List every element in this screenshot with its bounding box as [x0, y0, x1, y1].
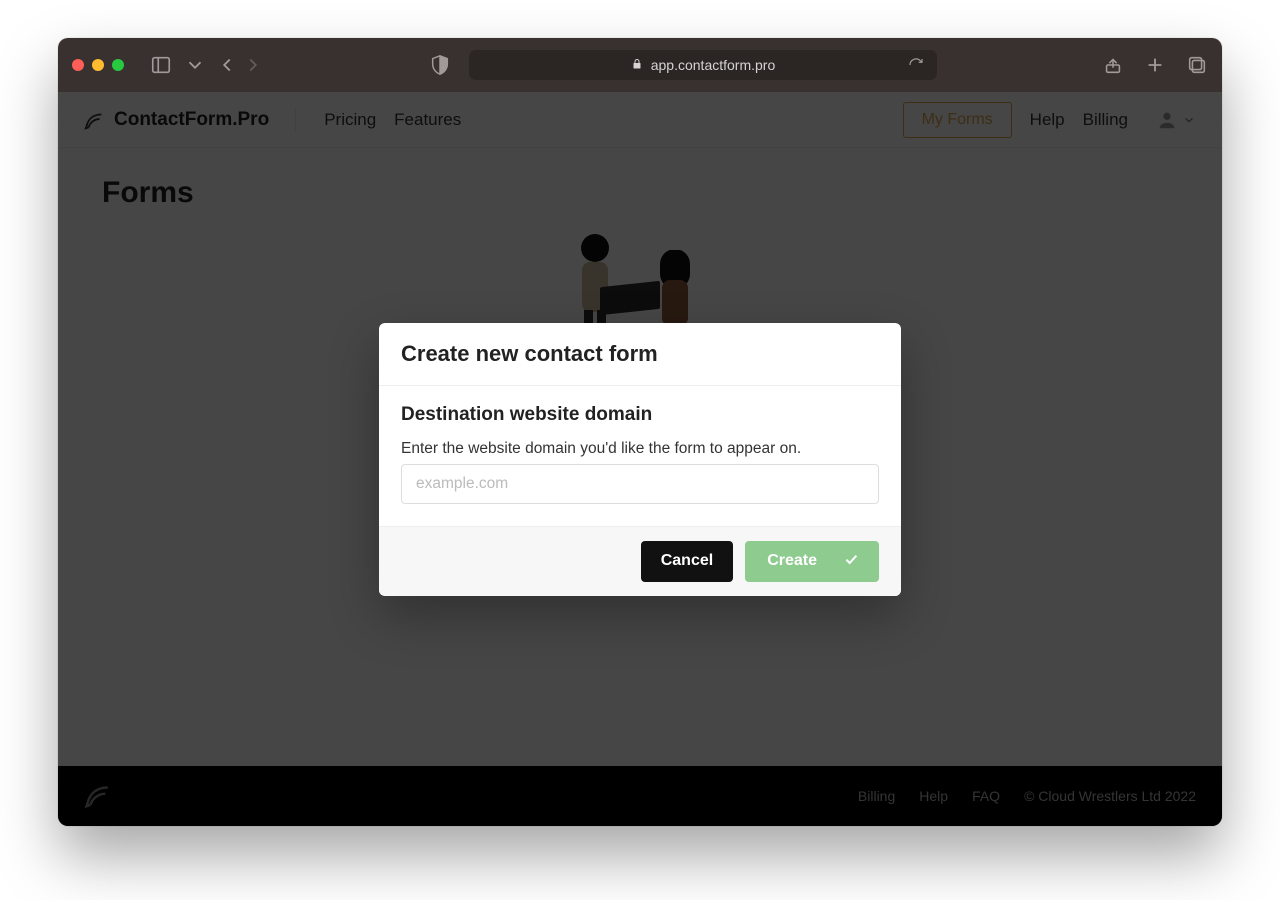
back-icon[interactable] [216, 54, 238, 76]
url-bar[interactable]: app.contactform.pro [469, 50, 937, 80]
modal-title: Create new contact form [379, 323, 901, 386]
browser-window: app.contactform.pro ContactForm.Pro Pric… [58, 38, 1222, 826]
modal-overlay[interactable]: Create new contact form Destination webs… [58, 92, 1222, 826]
window-close-icon[interactable] [72, 59, 84, 71]
lock-icon [631, 57, 643, 73]
modal-footer: Cancel Create [379, 526, 901, 596]
forward-icon[interactable] [242, 54, 264, 76]
window-zoom-icon[interactable] [112, 59, 124, 71]
app-page: ContactForm.Pro Pricing Features My Form… [58, 92, 1222, 826]
sidebar-toggle-icon[interactable] [150, 54, 172, 76]
create-button[interactable]: Create [745, 541, 879, 582]
window-minimize-icon[interactable] [92, 59, 104, 71]
chevron-down-icon[interactable] [184, 54, 206, 76]
create-button-label: Create [767, 552, 817, 570]
check-icon [843, 551, 859, 572]
create-form-modal: Create new contact form Destination webs… [379, 323, 901, 596]
domain-input[interactable] [401, 464, 879, 504]
tabs-overview-icon[interactable] [1186, 54, 1208, 76]
traffic-lights [72, 59, 124, 71]
reload-icon[interactable] [905, 54, 927, 76]
privacy-shield-icon[interactable] [429, 54, 451, 76]
browser-chrome: app.contactform.pro [58, 38, 1222, 92]
new-tab-icon[interactable] [1144, 54, 1166, 76]
share-icon[interactable] [1102, 54, 1124, 76]
modal-help-text: Enter the website domain you'd like the … [401, 440, 879, 458]
cancel-button[interactable]: Cancel [641, 541, 733, 582]
modal-section-title: Destination website domain [401, 404, 879, 426]
url-text: app.contactform.pro [651, 57, 776, 73]
